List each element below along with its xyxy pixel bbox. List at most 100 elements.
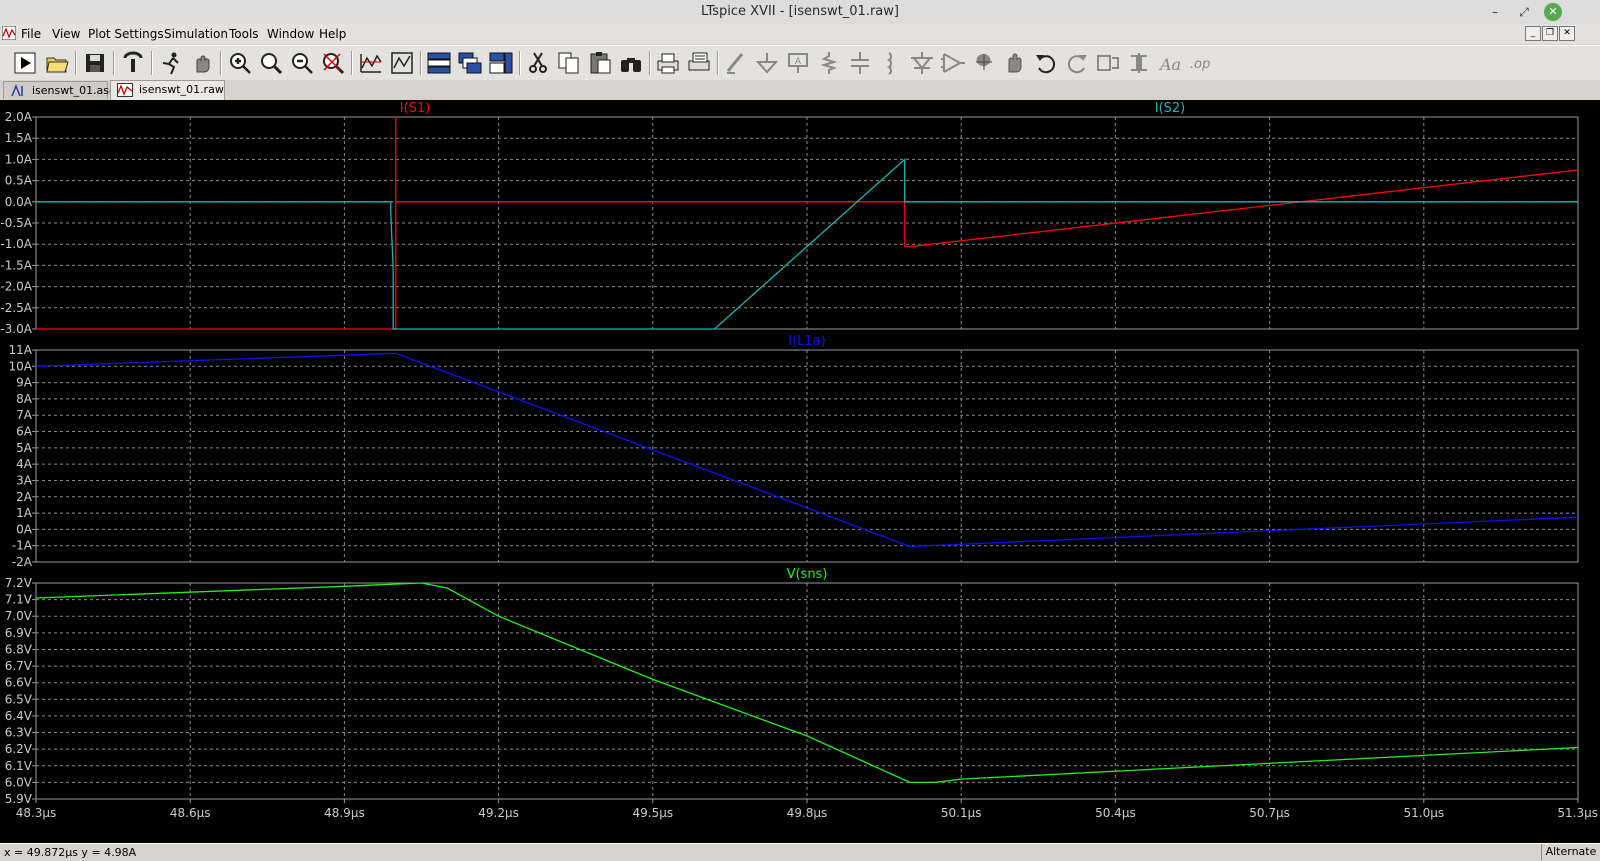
autorange-icon[interactable] (358, 50, 384, 76)
menu-window[interactable]: Window (267, 27, 314, 41)
halt-icon[interactable] (158, 50, 184, 76)
tile-horizontal-icon[interactable] (426, 50, 452, 76)
undo-icon[interactable] (1033, 50, 1059, 76)
y-tick-label: 6.8V (5, 642, 33, 656)
y-tick-label: 0.5A (5, 174, 33, 188)
y-tick-label: 6.2V (5, 742, 33, 756)
y-tick-label: 6.6V (5, 676, 33, 690)
rotate-icon[interactable] (1095, 50, 1121, 76)
menu-file[interactable]: File (21, 27, 41, 41)
y-tick-label: -1.0A (0, 237, 32, 251)
y-tick-label: -0.5A (0, 216, 32, 230)
x-tick-label: 49.5µs (632, 806, 673, 820)
mode-indicator: Alternate (1541, 844, 1600, 860)
text-icon[interactable]: Aa (1157, 50, 1183, 76)
x-tick-label: 50.7µs (1249, 806, 1290, 820)
copy-icon[interactable] (556, 50, 582, 76)
ground-icon[interactable] (754, 50, 780, 76)
x-tick-label: 48.6µs (170, 806, 211, 820)
tab-schematic[interactable]: isenswt_01.asc (3, 81, 115, 99)
open-icon[interactable] (44, 50, 70, 76)
redo-icon[interactable] (1064, 50, 1090, 76)
close-icon[interactable]: ✕ (1544, 3, 1562, 21)
trace-label: I(L1a) (788, 334, 825, 349)
y-tick-label: 6.4V (5, 709, 33, 723)
tab-waveform[interactable]: isenswt_01.raw (110, 80, 225, 100)
label-net-icon[interactable]: A (785, 50, 811, 76)
zoom-out-icon[interactable] (289, 50, 315, 76)
y-tick-label: 7A (16, 408, 33, 422)
move-icon[interactable] (971, 50, 997, 76)
y-tick-label: 2A (16, 490, 33, 504)
mdi-close-icon[interactable]: ✕ (1559, 26, 1575, 41)
mdi-restore-icon[interactable]: ❐ (1542, 26, 1558, 41)
plot-canvas[interactable]: 2.0A 1.5A 1.0A 0.5A 0.0A -0.5A -1.0A -1.5A -2.0A… (0, 100, 1600, 843)
menu-view[interactable]: View (52, 27, 80, 41)
y-tick-label: 6.9V (5, 626, 33, 640)
app-icon (2, 26, 16, 40)
y-tick-label: 7.0V (5, 609, 33, 623)
maximize-icon[interactable]: ⤢ (1515, 3, 1533, 21)
zoom-area-icon[interactable] (258, 50, 284, 76)
run-icon[interactable] (12, 50, 38, 76)
y-tick-label: -1A (12, 539, 33, 553)
x-tick-label: 49.2µs (478, 806, 519, 820)
pan-icon[interactable] (189, 50, 215, 76)
y-tick-label: 5.9V (5, 792, 33, 806)
svg-text:Aa: Aa (1158, 55, 1181, 74)
svg-text:A: A (795, 57, 802, 67)
find-icon[interactable] (618, 50, 644, 76)
component-icon[interactable] (940, 50, 966, 76)
x-tick-label: 48.9µs (324, 806, 365, 820)
zoom-fit-icon[interactable] (320, 50, 346, 76)
tab-label: isenswt_01.asc (32, 84, 116, 97)
y-tick-label: 5A (16, 441, 33, 455)
y-tick-label: 6.1V (5, 759, 33, 773)
spice-directive-icon[interactable]: .op (1188, 50, 1214, 76)
y-tick-label: 10A (9, 359, 33, 373)
y-tick-label: 1.5A (5, 131, 33, 145)
capacitor-icon[interactable] (847, 50, 873, 76)
y-tick-label: 6.7V (5, 659, 33, 673)
menu-tools[interactable]: Tools (229, 27, 259, 41)
zoom-in-icon[interactable] (227, 50, 253, 76)
menu-bar: File View Plot Settings Simulation Tools… (0, 24, 1600, 44)
y-tick-label: 1A (16, 506, 33, 520)
title-bar: LTspice XVII - [isenswt_01.raw] – ⤢ ✕ (0, 0, 1600, 25)
print-icon[interactable] (655, 50, 681, 76)
document-tabs: isenswt_01.asc isenswt_01.raw (0, 80, 1600, 100)
mirror-icon[interactable] (1126, 50, 1152, 76)
tile-vertical-icon[interactable] (488, 50, 514, 76)
trace-label-s2: I(S2) (1155, 101, 1186, 116)
waveform-viewer[interactable]: 2.0A 1.5A 1.0A 0.5A 0.0A -0.5A -1.0A -1.5A -2.0A… (0, 100, 1600, 843)
minimize-icon[interactable]: – (1486, 3, 1504, 21)
x-tick-label: 51.3µs (1557, 806, 1598, 820)
plot-settings-icon[interactable] (389, 50, 415, 76)
y-tick-label: 8A (16, 392, 33, 406)
mdi-minimize-icon[interactable]: _ (1525, 26, 1541, 41)
x-tick-label: 49.8µs (787, 806, 828, 820)
cut-icon[interactable] (525, 50, 551, 76)
menu-simulation[interactable]: Simulation (164, 27, 228, 41)
cascade-icon[interactable] (457, 50, 483, 76)
print-setup-icon[interactable] (686, 50, 712, 76)
menu-help[interactable]: Help (319, 27, 346, 41)
toolbar: A Aa .op (0, 45, 1600, 81)
paste-icon[interactable] (587, 50, 613, 76)
y-tick-label: 6.5V (5, 692, 33, 706)
inductor-icon[interactable] (878, 50, 904, 76)
y-tick-label: -1.5A (0, 258, 32, 272)
y-tick-label: 6.0V (5, 775, 33, 789)
resistor-icon[interactable] (816, 50, 842, 76)
y-tick-label: 4A (16, 457, 33, 471)
x-tick-label: 50.4µs (1095, 806, 1136, 820)
control-panel-icon[interactable] (120, 50, 146, 76)
x-tick-label: 48.3µs (16, 806, 57, 820)
y-tick-label: -2.5A (0, 301, 32, 315)
menu-plot-settings[interactable]: Plot Settings (88, 27, 164, 41)
drag-icon[interactable] (1002, 50, 1028, 76)
trace-label-s1: I(S1) (400, 101, 431, 116)
save-icon[interactable] (82, 50, 108, 76)
diode-icon[interactable] (909, 50, 935, 76)
draw-wire-icon[interactable] (723, 50, 749, 76)
